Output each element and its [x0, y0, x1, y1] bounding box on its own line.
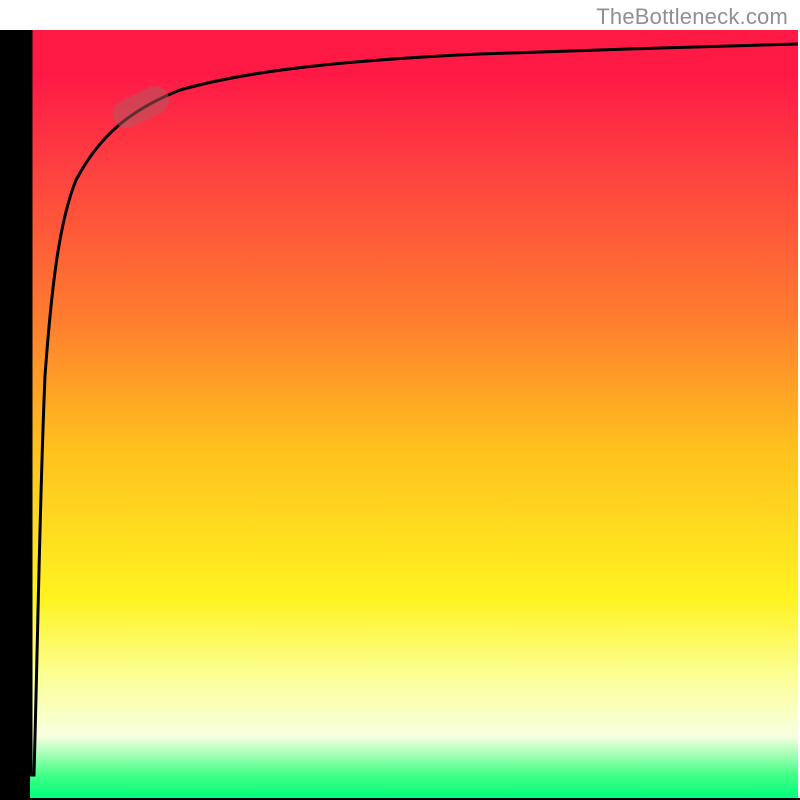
background-gradient [30, 30, 798, 798]
watermark-text: TheBottleneck.com [596, 4, 788, 30]
y-axis [0, 30, 30, 800]
chart-canvas: TheBottleneck.com [0, 0, 800, 800]
plot-area [30, 30, 798, 798]
